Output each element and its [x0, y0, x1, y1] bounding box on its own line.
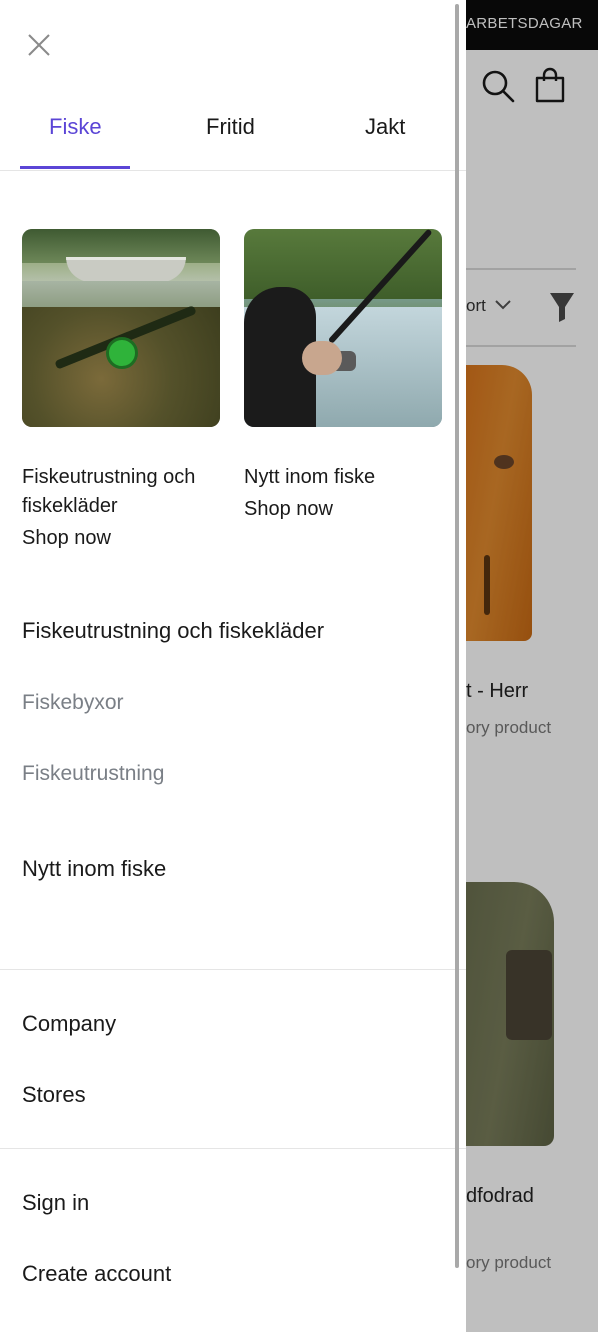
featured-image[interactable]: [22, 229, 220, 427]
featured-title[interactable]: Fiskeutrustning och fiskekläder: [22, 463, 220, 521]
close-icon[interactable]: [24, 30, 54, 60]
featured-card[interactable]: Fiskeutrustning och fiskekläder Shop now: [22, 229, 220, 549]
shop-now-link[interactable]: Shop now: [244, 498, 333, 521]
divider: [0, 1148, 466, 1149]
company-link[interactable]: Company: [22, 1011, 116, 1037]
shop-now-link[interactable]: Shop now: [22, 527, 111, 550]
scrollbar[interactable]: [455, 4, 459, 1268]
navigation-drawer: Fiske Fritid Jakt Fiskeutrustning och fi…: [0, 0, 466, 1332]
sign-in-link[interactable]: Sign in: [22, 1190, 89, 1216]
create-account-link[interactable]: Create account: [22, 1261, 171, 1287]
tab-fritid[interactable]: Fritid: [206, 114, 255, 140]
active-tab-indicator: [20, 166, 130, 169]
category-tabs: Fiske Fritid Jakt: [0, 96, 466, 171]
divider: [0, 969, 466, 970]
tab-fiske[interactable]: Fiske: [49, 114, 102, 140]
subcategory-link[interactable]: Fiskeutrustning: [22, 762, 164, 786]
section-heading[interactable]: Nytt inom fiske: [22, 856, 166, 882]
section-heading[interactable]: Fiskeutrustning och fiskekläder: [22, 618, 324, 644]
subcategory-link[interactable]: Fiskebyxor: [22, 691, 124, 715]
featured-image[interactable]: [244, 229, 442, 427]
tab-jakt[interactable]: Jakt: [365, 114, 405, 140]
stores-link[interactable]: Stores: [22, 1082, 86, 1108]
featured-card[interactable]: Nytt inom fiske Shop now: [244, 229, 442, 520]
featured-title[interactable]: Nytt inom fiske: [244, 463, 442, 492]
